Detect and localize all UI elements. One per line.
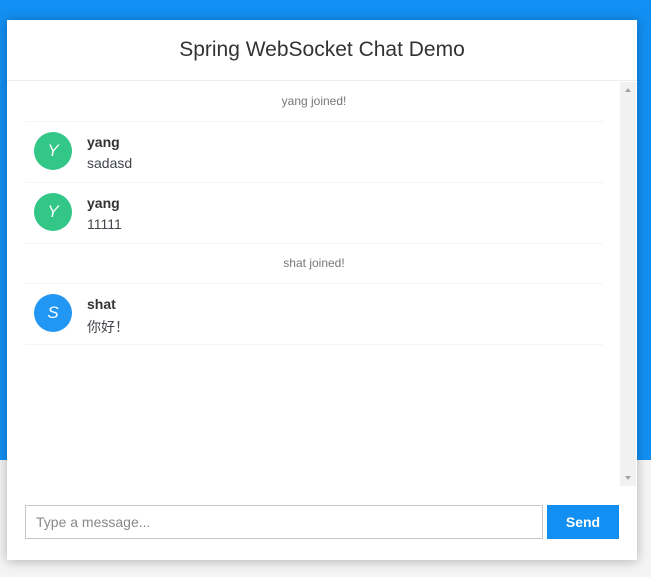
event-message: yang joined! xyxy=(25,82,603,122)
avatar: Y xyxy=(34,132,72,170)
message-sender: yang xyxy=(87,195,120,211)
message-text: sadasd xyxy=(87,155,133,171)
chat-container: Spring WebSocket Chat Demo yang joined! … xyxy=(7,20,637,560)
message-text: 你好！ xyxy=(87,319,129,335)
event-message: shat joined! xyxy=(25,244,603,284)
message-area[interactable]: yang joined! Y yang sadasd Y yang 11111 … xyxy=(7,82,637,486)
chat-message: Y yang 11111 xyxy=(25,183,603,244)
event-text: shat joined! xyxy=(283,256,345,270)
page-title: Spring WebSocket Chat Demo xyxy=(179,38,465,61)
chat-header: Spring WebSocket Chat Demo xyxy=(7,20,637,81)
event-text: yang joined! xyxy=(281,94,347,108)
vertical-scrollbar[interactable] xyxy=(620,82,636,486)
avatar: S xyxy=(34,294,72,332)
avatar: Y xyxy=(34,193,72,231)
send-button[interactable]: Send xyxy=(547,505,619,539)
message-sender: yang xyxy=(87,134,120,150)
message-input[interactable] xyxy=(25,505,543,539)
message-list: yang joined! Y yang sadasd Y yang 11111 … xyxy=(7,82,603,345)
chat-message: S shat 你好！ xyxy=(25,284,603,345)
message-sender: shat xyxy=(87,296,116,312)
scroll-down-arrow-icon[interactable] xyxy=(625,476,631,480)
chat-message: Y yang sadasd xyxy=(25,122,603,183)
message-text: 11111 xyxy=(87,216,122,232)
message-form: Send xyxy=(7,486,637,560)
scroll-up-arrow-icon[interactable] xyxy=(625,88,631,92)
